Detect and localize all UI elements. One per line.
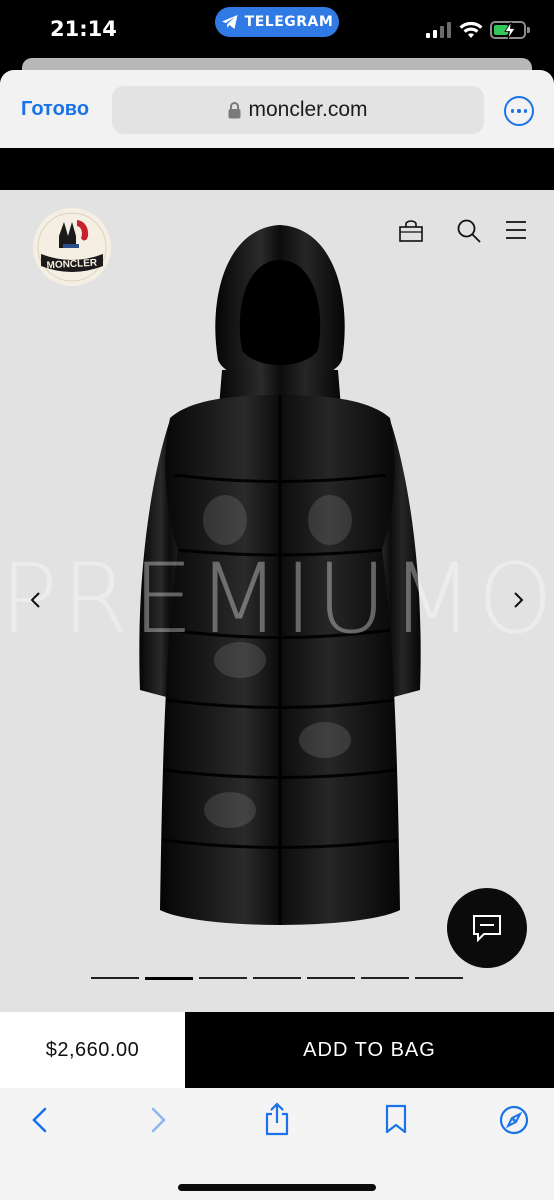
price-box: $2,660.00 xyxy=(0,1012,185,1088)
battery-charging-icon xyxy=(490,21,530,39)
carousel-dot[interactable] xyxy=(91,977,139,979)
telegram-icon xyxy=(221,15,238,29)
menu-icon[interactable] xyxy=(505,220,527,240)
more-icon[interactable] xyxy=(504,96,534,126)
carousel-dot[interactable] xyxy=(415,977,463,979)
chat-button[interactable] xyxy=(447,888,527,968)
search-icon[interactable] xyxy=(456,218,482,244)
carousel-dot[interactable] xyxy=(253,977,301,979)
forward-icon[interactable] xyxy=(148,1106,168,1134)
carousel-prev-icon[interactable] xyxy=(28,590,44,610)
back-icon[interactable] xyxy=(30,1106,50,1134)
carousel-dot[interactable] xyxy=(145,977,193,980)
add-to-bag-button[interactable]: ADD TO BAG xyxy=(185,1012,554,1088)
carousel-indicator xyxy=(91,977,463,980)
wifi-icon xyxy=(459,21,483,38)
browser-toolbar xyxy=(0,1088,554,1200)
product-gallery: MONCLER PREMIUMO xyxy=(0,190,554,1012)
carousel-dot[interactable] xyxy=(199,977,247,979)
carousel-dot[interactable] xyxy=(307,977,355,979)
lock-icon xyxy=(228,101,241,118)
carousel-dot[interactable] xyxy=(361,977,409,979)
carousel-next-icon[interactable] xyxy=(510,590,526,610)
compass-icon[interactable] xyxy=(499,1105,529,1135)
home-indicator xyxy=(178,1184,376,1191)
bookmarks-icon[interactable] xyxy=(384,1104,408,1134)
signal-icon xyxy=(426,22,451,38)
clock: 21:14 xyxy=(50,17,117,41)
url-text: moncler.com xyxy=(248,98,368,121)
url-field[interactable]: moncler.com xyxy=(112,86,484,134)
done-button[interactable]: Готово xyxy=(21,98,89,121)
chat-icon xyxy=(473,915,501,942)
status-bar: 21:14 TELEGRAM xyxy=(0,0,554,62)
add-to-bag-label: ADD TO BAG xyxy=(303,1038,436,1061)
watermark: PREMIUMO xyxy=(0,543,554,655)
brand-logo[interactable]: MONCLER xyxy=(33,208,111,286)
telegram-label: TELEGRAM xyxy=(244,14,334,30)
site-top-strip xyxy=(0,148,554,190)
telegram-return-pill[interactable]: TELEGRAM xyxy=(215,7,339,37)
browser-address-bar: Готово moncler.com xyxy=(0,70,554,217)
share-icon[interactable] xyxy=(264,1102,290,1136)
product-price: $2,660.00 xyxy=(45,1038,140,1061)
moncler-logo-graphic: MONCLER xyxy=(37,212,107,282)
